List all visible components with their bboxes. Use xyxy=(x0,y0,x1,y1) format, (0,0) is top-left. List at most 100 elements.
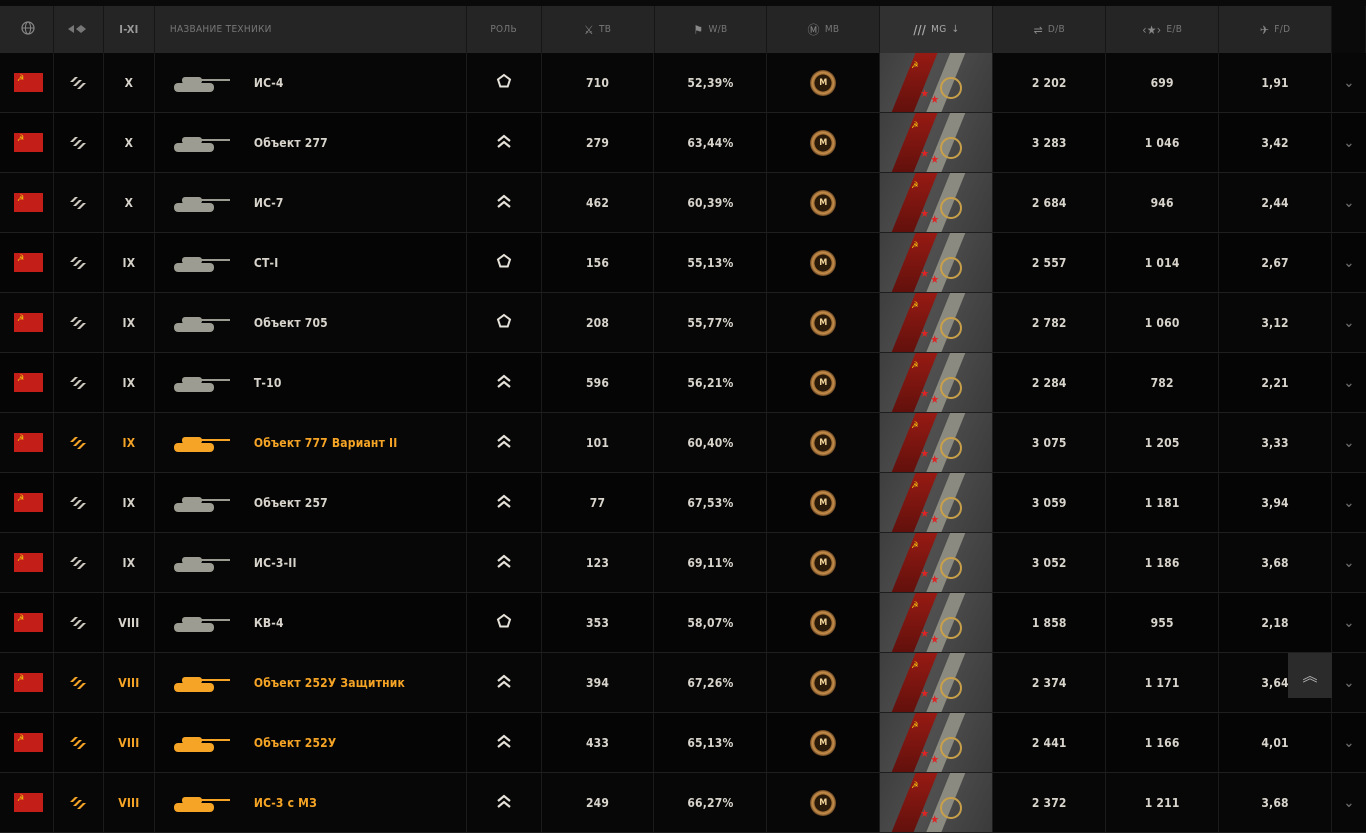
expand-cell[interactable]: ⌄ xyxy=(1332,113,1366,172)
col-winrate[interactable]: ⚑ W/B xyxy=(654,6,768,53)
col-mastery[interactable]: Ⓜ MB xyxy=(767,6,881,53)
name-cell[interactable]: СТ-I xyxy=(155,233,467,292)
table-row[interactable]: X ИС-7 462 60,39% M ★ ★ ☭ xyxy=(0,173,1366,233)
chevron-down-icon[interactable]: ⌄ xyxy=(1344,315,1355,331)
tier-cell: IX xyxy=(104,353,155,412)
name-cell[interactable]: ИС-4 xyxy=(155,53,467,112)
table-row[interactable]: IX ИС-3-II 123 69,11% M ★ ★ ☭ xyxy=(0,533,1366,593)
vehicle-name[interactable]: Объект 705 xyxy=(254,316,328,330)
mastery-medal-icon: M xyxy=(810,609,837,636)
name-cell[interactable]: ИС-3 с МЗ xyxy=(155,773,467,832)
col-tier[interactable]: I-XI xyxy=(103,6,155,53)
table-row[interactable]: VIII Объект 252У 433 65,13% M ★ ★ ☭ xyxy=(0,713,1366,773)
expand-cell[interactable]: ⌄ xyxy=(1332,593,1366,652)
col-name[interactable]: Название техники xyxy=(154,6,467,53)
table-row[interactable]: VIII ИС-3 с МЗ 249 66,27% M ★ ★ ☭ xyxy=(0,773,1366,833)
heavy-tank-icon xyxy=(70,136,87,149)
vehicle-name[interactable]: КВ-4 xyxy=(254,616,284,630)
heavy-tank-icon xyxy=(70,316,87,329)
chevron-down-icon[interactable]: ⌄ xyxy=(1344,195,1355,211)
chevron-down-icon[interactable]: ⌄ xyxy=(1344,795,1355,811)
chevron-down-icon[interactable]: ⌄ xyxy=(1344,495,1355,511)
table-row[interactable]: IX Объект 705 208 55,77% M ★ ★ ☭ xyxy=(0,293,1366,353)
expand-cell[interactable]: ⌄ xyxy=(1332,233,1366,292)
name-cell[interactable]: Объект 777 Вариант II xyxy=(155,413,467,472)
expand-cell[interactable]: ⌄ xyxy=(1332,293,1366,352)
table-row[interactable]: VIII КВ-4 353 58,07% M ★ ★ ☭ xyxy=(0,593,1366,653)
chevron-down-icon[interactable]: ⌄ xyxy=(1344,615,1355,631)
expand-cell[interactable]: ⌄ xyxy=(1332,53,1366,112)
tier-cell: IX xyxy=(104,473,155,532)
name-cell[interactable]: КВ-4 xyxy=(155,593,467,652)
chevron-down-icon[interactable]: ⌄ xyxy=(1344,675,1355,691)
expand-cell[interactable]: ⌄ xyxy=(1332,713,1366,772)
role-heavy-armor-icon xyxy=(496,313,511,328)
mastery-cell: M xyxy=(767,653,881,712)
tank-silhouette-icon xyxy=(173,676,230,692)
chevron-down-icon[interactable]: ⌄ xyxy=(1344,375,1355,391)
chevron-down-icon[interactable]: ⌄ xyxy=(1344,435,1355,451)
col-type[interactable] xyxy=(53,6,104,53)
expand-cell[interactable]: ⌄ xyxy=(1332,773,1366,832)
marks-of-excellence-icon: ★ ★ ☭ xyxy=(880,473,993,532)
col-nation[interactable] xyxy=(0,6,54,53)
name-cell[interactable]: Объект 705 xyxy=(155,293,467,352)
col-damage[interactable]: ⇌ D/B xyxy=(993,6,1107,53)
col-marks[interactable]: /// MG ↓ xyxy=(880,6,994,53)
table-row[interactable]: IX СТ-I 156 55,13% M ★ ★ ☭ xyxy=(0,233,1366,293)
table-row[interactable]: VIII Объект 252У Защитник 394 67,26% M ★… xyxy=(0,653,1366,713)
vehicle-name[interactable]: ИС-3 с МЗ xyxy=(254,796,317,810)
expand-cell[interactable]: ⌄ xyxy=(1332,533,1366,592)
vehicle-name[interactable]: Объект 277 xyxy=(254,136,328,150)
chevron-down-icon[interactable]: ⌄ xyxy=(1344,555,1355,571)
col-exp[interactable]: ‹★› E/B xyxy=(1106,6,1220,53)
damage-cell: 1 858 xyxy=(993,593,1107,652)
col-frags[interactable]: ✈ F/D xyxy=(1219,6,1333,53)
name-cell[interactable]: ИС-3-II xyxy=(155,533,467,592)
mastery-medal-icon: M xyxy=(810,189,837,216)
name-cell[interactable]: Объект 257 xyxy=(155,473,467,532)
table-row[interactable]: X Объект 277 279 63,44% M ★ ★ ☭ xyxy=(0,113,1366,173)
tank-silhouette-icon xyxy=(173,256,230,272)
vehicle-name[interactable]: Объект 252У Защитник xyxy=(254,676,405,690)
table-row[interactable]: IX Т-10 596 56,21% M ★ ★ ☭ xyxy=(0,353,1366,413)
table-row[interactable]: IX Объект 777 Вариант II 101 60,40% M ★ … xyxy=(0,413,1366,473)
expand-cell[interactable]: ⌄ xyxy=(1332,413,1366,472)
table-row[interactable]: IX Объект 257 77 67,53% M ★ ★ ☭ xyxy=(0,473,1366,533)
scroll-to-top-button[interactable]: ︽ xyxy=(1288,653,1332,698)
mastery-cell: M xyxy=(767,113,881,172)
ussr-flag-icon xyxy=(13,733,43,752)
chevron-down-icon[interactable]: ⌄ xyxy=(1344,135,1355,151)
vehicle-name[interactable]: СТ-I xyxy=(254,256,279,270)
expand-cell[interactable]: ⌄ xyxy=(1332,653,1366,712)
heavy-tank-icon xyxy=(70,796,87,809)
vehicle-name[interactable]: Объект 257 xyxy=(254,496,328,510)
table-row[interactable]: X ИС-4 710 52,39% M ★ ★ ☭ xyxy=(0,53,1366,113)
expand-cell[interactable]: ⌄ xyxy=(1332,473,1366,532)
name-cell[interactable]: Т-10 xyxy=(155,353,467,412)
vehicle-name[interactable]: ИС-4 xyxy=(254,76,284,90)
chevron-down-icon[interactable]: ⌄ xyxy=(1344,255,1355,271)
vehicle-name[interactable]: Т-10 xyxy=(254,376,282,390)
experience-star-icon: ‹★› xyxy=(1142,22,1162,37)
vehicle-name[interactable]: ИС-7 xyxy=(254,196,284,210)
name-cell[interactable]: ИС-7 xyxy=(155,173,467,232)
exp-cell: 1 060 xyxy=(1106,293,1220,352)
name-cell[interactable]: Объект 252У xyxy=(155,713,467,772)
vehicle-name[interactable]: ИС-3-II xyxy=(254,556,297,570)
heavy-tank-icon xyxy=(70,736,87,749)
chevron-down-icon[interactable]: ⌄ xyxy=(1344,75,1355,91)
name-cell[interactable]: Объект 277 xyxy=(155,113,467,172)
expand-cell[interactable]: ⌄ xyxy=(1332,173,1366,232)
battles-cell: 394 xyxy=(542,653,655,712)
col-battles[interactable]: ⚔ ТВ xyxy=(541,6,655,53)
marks-of-excellence-icon: ★ ★ ☭ xyxy=(880,233,993,292)
vehicle-name[interactable]: Объект 777 Вариант II xyxy=(254,436,398,450)
chevron-down-icon[interactable]: ⌄ xyxy=(1344,735,1355,751)
col-role[interactable]: Роль xyxy=(466,6,542,53)
name-cell[interactable]: Объект 252У Защитник xyxy=(155,653,467,712)
exp-cell: 955 xyxy=(1106,593,1220,652)
expand-cell[interactable]: ⌄ xyxy=(1332,353,1366,412)
vehicle-name[interactable]: Объект 252У xyxy=(254,736,337,750)
mastery-cell: M xyxy=(767,473,881,532)
